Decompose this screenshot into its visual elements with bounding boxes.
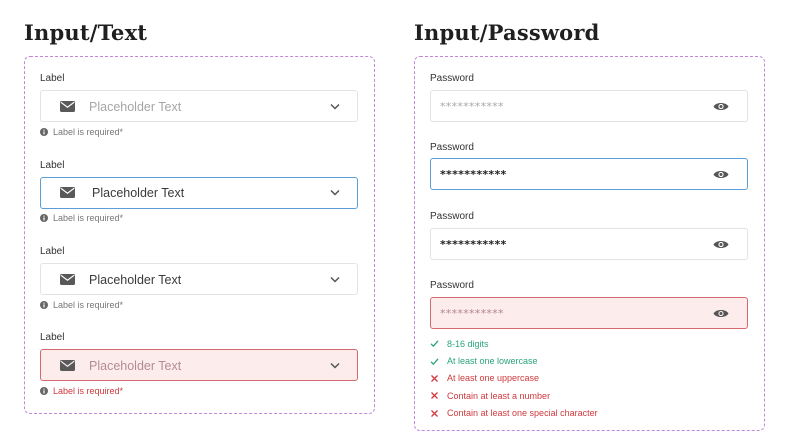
chevron-down-icon[interactable] bbox=[330, 362, 340, 369]
x-icon bbox=[431, 375, 438, 382]
input-password-title: Input/Password bbox=[414, 20, 600, 45]
envelope-icon bbox=[60, 101, 75, 112]
input-text-panel: Label Placeholder Text Label is required… bbox=[24, 56, 375, 414]
password-placeholder: *********** bbox=[440, 307, 504, 320]
envelope-icon bbox=[60, 187, 75, 198]
chevron-down-icon[interactable] bbox=[330, 103, 340, 110]
chevron-down-icon[interactable] bbox=[330, 189, 340, 196]
text-helper-label: Label is required* bbox=[53, 386, 124, 396]
text-input-value: Placeholder Text bbox=[92, 186, 185, 200]
password-field-label: Password bbox=[430, 73, 474, 84]
check-icon bbox=[430, 340, 439, 348]
envelope-icon bbox=[60, 360, 75, 371]
password-rules-list: 8-16 digits At least one lowercase At le… bbox=[430, 335, 598, 422]
password-rule: At least one lowercase bbox=[430, 352, 598, 369]
password-rule: Contain at least one special character bbox=[430, 405, 598, 422]
password-field-label: Password bbox=[430, 142, 474, 153]
password-placeholder: *********** bbox=[440, 100, 504, 113]
text-field-label: Label bbox=[40, 246, 65, 257]
text-input-placeholder: Placeholder Text bbox=[89, 359, 182, 373]
info-icon bbox=[40, 214, 48, 222]
info-icon bbox=[40, 128, 48, 136]
eye-icon[interactable] bbox=[713, 101, 729, 112]
text-helper-label: Label is required* bbox=[53, 213, 124, 223]
password-input-error[interactable]: *********** bbox=[430, 297, 748, 329]
password-field-label: Password bbox=[430, 280, 474, 291]
password-rule: Contain at least a number bbox=[430, 387, 598, 404]
text-field-label: Label bbox=[40, 160, 65, 171]
password-rule-text: At least one uppercase bbox=[447, 373, 540, 384]
text-helper-label: Label is required* bbox=[53, 127, 124, 137]
password-input-filled[interactable]: *********** bbox=[430, 228, 748, 260]
chevron-down-icon[interactable] bbox=[330, 276, 340, 283]
text-helper: Label is required* bbox=[40, 300, 123, 310]
eye-icon[interactable] bbox=[713, 308, 729, 319]
password-rule-text: Contain at least one special character bbox=[447, 408, 598, 419]
password-rule: At least one uppercase bbox=[430, 370, 598, 387]
input-text-title: Input/Text bbox=[24, 20, 148, 45]
text-helper-label: Label is required* bbox=[53, 300, 124, 310]
password-input-focus[interactable]: *********** bbox=[430, 158, 748, 190]
eye-icon[interactable] bbox=[713, 239, 729, 250]
password-value: *********** bbox=[440, 168, 507, 181]
text-input-filled[interactable]: Placeholder Text bbox=[40, 263, 358, 295]
text-input-value: Placeholder Text bbox=[89, 273, 182, 287]
info-icon bbox=[40, 301, 48, 309]
check-icon bbox=[430, 357, 439, 365]
password-rule-text: At least one lowercase bbox=[447, 356, 538, 367]
password-field-label: Password bbox=[430, 211, 474, 222]
password-rule-text: Contain at least a number bbox=[447, 390, 551, 401]
info-icon bbox=[40, 387, 48, 395]
x-icon bbox=[431, 392, 438, 400]
text-helper-error: Label is required* bbox=[40, 386, 123, 396]
text-input-placeholder: Placeholder Text bbox=[89, 100, 182, 114]
text-field-label: Label bbox=[40, 332, 65, 343]
text-helper: Label is required* bbox=[40, 213, 123, 223]
envelope-icon bbox=[60, 274, 75, 285]
text-input-default[interactable]: Placeholder Text bbox=[40, 90, 358, 122]
password-rule: 8-16 digits bbox=[430, 335, 598, 352]
text-input-focus[interactable]: Placeholder Text bbox=[40, 177, 358, 209]
password-value: *********** bbox=[440, 238, 507, 251]
text-input-error[interactable]: Placeholder Text bbox=[40, 349, 358, 381]
password-rule-text: 8-16 digits bbox=[447, 338, 489, 349]
x-icon bbox=[431, 409, 438, 417]
text-helper: Label is required* bbox=[40, 127, 123, 137]
eye-icon[interactable] bbox=[713, 169, 729, 180]
text-field-label: Label bbox=[40, 73, 65, 84]
password-input-default[interactable]: *********** bbox=[430, 90, 748, 122]
input-password-panel: Password *********** Password **********… bbox=[414, 56, 765, 431]
